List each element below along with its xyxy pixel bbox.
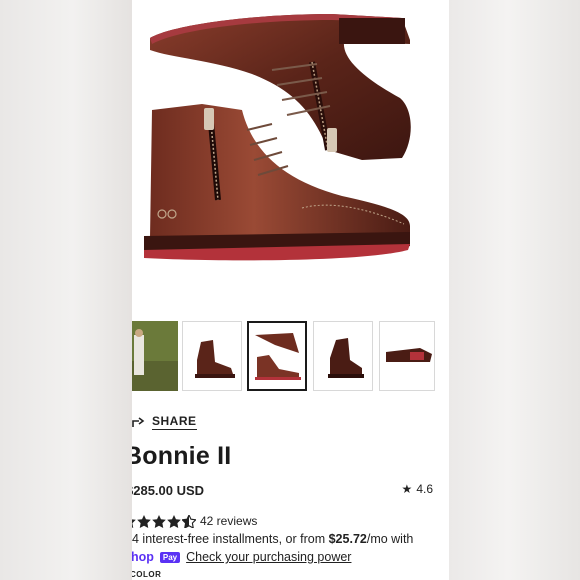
share-icon [132,417,145,427]
thumbnail-boot-side-view[interactable] [182,321,242,391]
thumbnail-strip [132,321,449,393]
shop-pay-row: shop Pay Check your purchasing power [132,550,351,564]
product-hero-image[interactable] [132,0,449,300]
star-icon [137,514,151,528]
star-half-icon [182,514,196,528]
star-icon [167,514,181,528]
rating-summary[interactable]: ★ 4.6 [402,482,433,496]
pay-badge: Pay [159,551,181,563]
share-label: SHARE [152,414,197,430]
product-page: SHARE Bonnie II $285.00 USD ★ 4.6 42 rev… [132,0,449,580]
product-title: Bonnie II [132,442,232,470]
blurred-background-right [449,0,580,580]
shop-pay-logo: shop [132,550,154,564]
reviews-row[interactable]: 42 reviews [132,514,257,528]
star-icon: ★ [401,482,413,496]
star-icon [132,518,136,528]
thumbnail-lifestyle-photo[interactable] [132,321,178,391]
thumbnail-boot-single-view[interactable] [313,321,373,391]
installments-text: 4 interest-free installments, or from $2… [132,532,413,546]
rating-value: 4.6 [416,482,433,496]
thumbnail-boot-pair-view[interactable] [247,321,307,391]
installments-amount: $25.72 [328,532,367,546]
installments-suffix: /mo with [366,532,414,546]
reviews-count: 42 reviews [200,514,258,528]
installments-prefix: 4 interest-free installments, or from [132,532,329,546]
star-icon [152,514,166,528]
color-label: COLOR [132,570,162,579]
product-price: $285.00 USD [132,483,205,498]
check-purchasing-power-link[interactable]: Check your purchasing power [186,550,351,564]
thumbnail-boot-sole-view[interactable] [379,321,435,391]
blurred-background-left [0,0,132,580]
star-rating [132,514,196,528]
share-button[interactable]: SHARE [132,412,197,432]
